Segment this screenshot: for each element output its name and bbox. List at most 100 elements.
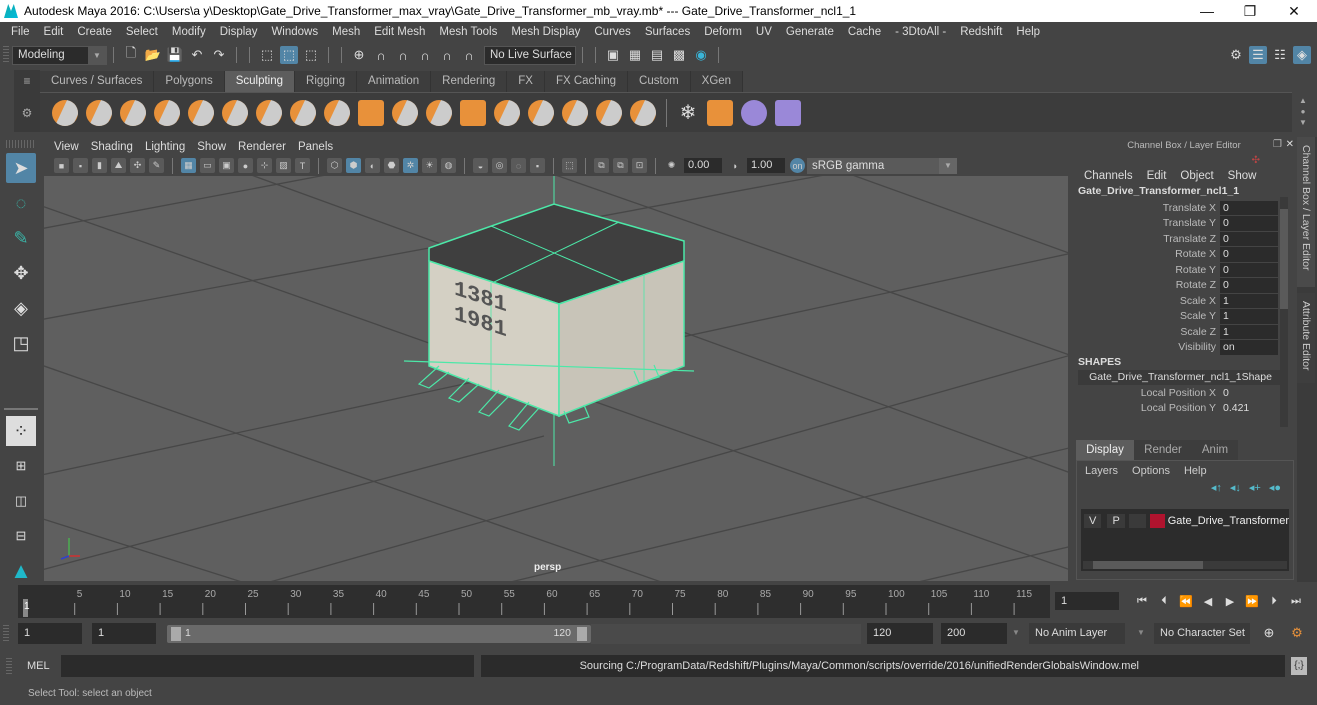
redo-icon[interactable]: ↷ [210, 46, 228, 64]
scrape-tool-icon[interactable] [426, 99, 452, 126]
color-management-toggle-icon[interactable]: on [790, 158, 805, 173]
scrollbar-thumb[interactable] [1093, 561, 1203, 569]
amplify-tool-icon[interactable] [596, 99, 622, 126]
attr-row[interactable]: Translate Y 0 [1072, 216, 1296, 232]
character-set-dropdown[interactable]: No Character Set [1154, 623, 1250, 644]
persp-graph-layout-icon[interactable]: ⊟ [6, 521, 36, 551]
new-scene-icon[interactable]: 🗋 [122, 45, 140, 64]
attr-row[interactable]: Scale Y 1 [1072, 309, 1296, 325]
live-surface-field[interactable]: No Live Surface [484, 45, 576, 65]
go-to-start-icon[interactable]: ⏮ [1133, 592, 1151, 610]
menu-mesh[interactable]: Mesh [325, 26, 367, 38]
shelf-tab-sculpting[interactable]: Sculpting [224, 71, 296, 92]
menu-create[interactable]: Create [70, 26, 119, 38]
render-view-icon[interactable]: ▣ [604, 46, 622, 64]
rotate-tool-icon[interactable]: ◈ [6, 293, 36, 323]
attr-row[interactable]: Scale X 1 [1072, 293, 1296, 309]
menu-edit-mesh[interactable]: Edit Mesh [367, 26, 432, 38]
imprint-tool-icon[interactable] [358, 99, 384, 126]
grid-icon[interactable]: ▦ [181, 158, 196, 173]
screen-space-ao-icon[interactable]: ◒ [473, 158, 488, 173]
chevron-down-icon[interactable]: ▼ [1012, 628, 1020, 637]
menu-cache[interactable]: Cache [841, 26, 888, 38]
cb-menu-object[interactable]: Object [1180, 170, 1213, 182]
attr-row[interactable]: Rotate Z 0 [1072, 278, 1296, 294]
chevron-down-icon[interactable]: ▼ [1137, 628, 1145, 637]
snap-curve-icon[interactable]: ∩ [372, 46, 390, 64]
layer-menu-layers[interactable]: Layers [1085, 465, 1118, 477]
safe-title-icon[interactable]: T [295, 158, 310, 173]
snap-view-plane-icon[interactable]: ∩ [416, 46, 434, 64]
select-hierarchy-icon[interactable]: ⬚ [258, 46, 276, 64]
render-settings-icon[interactable]: ▩ [670, 46, 688, 64]
lasso-tool-icon[interactable]: ◌ [6, 188, 36, 218]
four-view-layout-icon[interactable]: ⊞ [6, 451, 36, 481]
maximize-button[interactable]: ❐ [1228, 0, 1272, 22]
repeat-tool-icon[interactable] [324, 99, 350, 126]
shelf-scroll[interactable]: ▲ ● ▼ [1296, 95, 1310, 129]
gate-mask-icon[interactable]: ● [238, 158, 253, 173]
menu-windows[interactable]: Windows [264, 26, 325, 38]
smooth-tool-icon[interactable] [86, 99, 112, 126]
layer-display-type-toggle[interactable] [1128, 514, 1147, 528]
convert-to-frozen-icon[interactable]: ❄ [675, 100, 701, 126]
foamy-tool-icon[interactable] [256, 99, 282, 126]
undo-icon[interactable]: ↶ [188, 46, 206, 64]
layer-menu-options[interactable]: Options [1132, 465, 1170, 477]
range-slider[interactable]: 1 120 [167, 625, 591, 643]
pinch-tool-icon[interactable] [188, 99, 214, 126]
shelf-tab-fx[interactable]: FX [507, 71, 545, 92]
smooth-shade-icon[interactable]: ⬢ [346, 158, 361, 173]
view-transform-dropdown[interactable]: sRGB gamma ▼ [807, 157, 957, 174]
mesh-display-icon[interactable] [707, 99, 733, 126]
move-tool-icon[interactable]: ✥ [6, 258, 36, 288]
select-component-icon[interactable]: ⬚ [302, 46, 320, 64]
channel-box-scrollbar[interactable] [1280, 197, 1288, 427]
motion-blur-icon[interactable]: ◎ [492, 158, 507, 173]
menu-mesh-tools[interactable]: Mesh Tools [432, 26, 504, 38]
shape-name[interactable]: Gate_Drive_Transformer_ncl1_1Shape [1078, 370, 1283, 385]
maya-home-icon[interactable]: ▲ [6, 556, 36, 586]
transformer-model[interactable]: 1381 1981 [403, 203, 695, 431]
menu-file[interactable]: File [4, 26, 37, 38]
perspective-viewport[interactable]: 1381 1981 persp [44, 176, 1068, 581]
shelf-handle-icon[interactable]: ● [1296, 106, 1310, 117]
play-forwards-icon[interactable]: ▶ [1221, 592, 1239, 610]
menu-deform[interactable]: Deform [697, 26, 749, 38]
bookmark-icon[interactable]: ▮ [92, 158, 107, 173]
attr-row[interactable]: Visibility on [1072, 340, 1296, 356]
snap-grid-icon[interactable]: ⊕ [350, 46, 368, 64]
animation-preferences-icon[interactable]: ⚙ [1288, 624, 1306, 642]
shape-attr-row[interactable]: Local Position Y 0.421 [1072, 401, 1296, 417]
ipr-render-icon[interactable]: ▤ [648, 46, 666, 64]
attr-value[interactable]: 0 [1220, 216, 1278, 231]
attr-row[interactable]: Translate Z 0 [1072, 231, 1296, 247]
step-back-key-icon[interactable]: ⏪ [1177, 592, 1195, 610]
menu-redshift[interactable]: Redshift [953, 26, 1009, 38]
new-empty-layer-icon[interactable]: ◂+ [1249, 481, 1261, 494]
modeling-toolkit-icon[interactable]: ⚙ [1227, 46, 1245, 64]
menu-help[interactable]: Help [1009, 26, 1047, 38]
script-editor-icon[interactable]: {;} [1291, 657, 1307, 675]
field-chart-icon[interactable]: ⊹ [257, 158, 272, 173]
flatten-tool-icon[interactable] [222, 99, 248, 126]
shelf-tab-fx-caching[interactable]: FX Caching [544, 71, 629, 92]
side-tab-attribute-editor[interactable]: Attribute Editor [1297, 293, 1315, 383]
move-layer-down-icon[interactable]: ◂↓ [1230, 481, 1241, 494]
camera-attributes-icon[interactable]: ▪ [73, 158, 88, 173]
knife-tool-icon[interactable] [494, 99, 520, 126]
exposure-field[interactable]: 0.00 [684, 158, 722, 173]
layer-tab-render[interactable]: Render [1134, 440, 1192, 460]
step-forward-frame-icon[interactable]: ⏵ [1265, 592, 1283, 610]
side-tab-channel-box[interactable]: Channel Box / Layer Editor [1297, 137, 1315, 287]
fill-tool-icon[interactable] [460, 99, 486, 126]
shape-attr-row[interactable]: Local Position X 0 [1072, 385, 1296, 401]
command-language-toggle[interactable]: MEL [27, 660, 50, 672]
shelf-tab-custom[interactable]: Custom [628, 71, 691, 92]
open-scene-icon[interactable]: 📂 [144, 46, 162, 64]
image-plane-icon[interactable]: ⛰ [111, 158, 126, 173]
film-gate-icon[interactable]: ▭ [200, 158, 215, 173]
playback-end-field[interactable]: 120 [867, 623, 933, 644]
default-material-icon[interactable]: ◐ [365, 158, 380, 173]
depth-of-field-icon[interactable]: ▪ [530, 158, 545, 173]
